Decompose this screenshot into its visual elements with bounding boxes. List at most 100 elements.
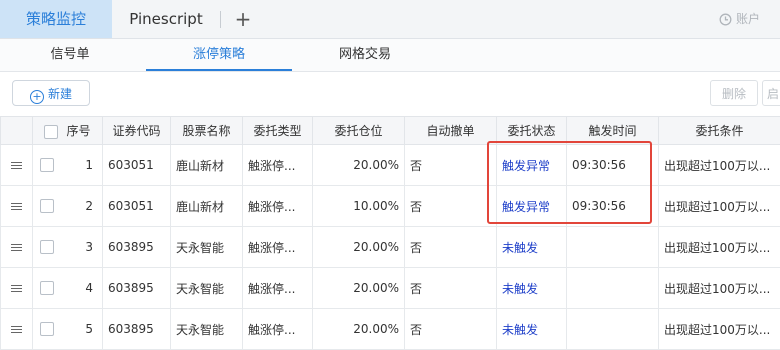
auto-cancel: 否 [405, 268, 497, 309]
account-link[interactable]: 账户 [719, 0, 760, 38]
new-button-label: 新建 [48, 87, 72, 101]
order-position: 20.00% [313, 309, 405, 350]
list-icon [11, 160, 22, 171]
security-code: 603051 [103, 145, 171, 186]
order-condition: 出现超过100万以... [659, 309, 780, 350]
tab-pinescript[interactable]: Pinescript [112, 0, 220, 38]
order-position: 20.00% [313, 227, 405, 268]
tab-strategy-monitor[interactable]: 策略监控 [0, 0, 112, 38]
header-status[interactable]: 委托状态 [497, 117, 567, 145]
sub-tab-bar: 信号单 涨停策略 网格交易 [0, 39, 780, 72]
order-type: 触涨停... [243, 145, 313, 186]
header-code[interactable]: 证券代码 [103, 117, 171, 145]
auto-cancel: 否 [405, 227, 497, 268]
row-index: 2 [85, 199, 97, 213]
stock-name: 天永智能 [171, 227, 243, 268]
order-type: 触涨停... [243, 227, 313, 268]
order-condition: 出现超过100万以... [659, 227, 780, 268]
header-name[interactable]: 股票名称 [171, 117, 243, 145]
stock-name: 天永智能 [171, 268, 243, 309]
subtab-signal-orders[interactable]: 信号单 [10, 39, 130, 69]
row-index-cell: 4 [33, 268, 103, 309]
order-condition: 出现超过100万以... [659, 268, 780, 309]
drag-handle[interactable] [1, 145, 33, 186]
table-header-row: 序号 证券代码 股票名称 委托类型 委托仓位 自动撤单 委托状态 触发时间 委托… [1, 117, 780, 145]
row-index: 3 [85, 240, 97, 254]
list-icon [11, 283, 22, 294]
row-checkbox[interactable] [40, 158, 54, 172]
order-position: 10.00% [313, 186, 405, 227]
table-row[interactable]: 3 603895天永智能触涨停...20.00%否未触发 出现超过100万以... [1, 227, 780, 268]
row-checkbox[interactable] [40, 199, 54, 213]
trigger-time: 09:30:56 [567, 145, 659, 186]
order-type: 触涨停... [243, 309, 313, 350]
header-trigger-time[interactable]: 触发时间 [567, 117, 659, 145]
security-code: 603051 [103, 186, 171, 227]
drag-handle[interactable] [1, 186, 33, 227]
add-tab-button[interactable]: + [232, 0, 254, 38]
row-index-cell: 5 [33, 309, 103, 350]
order-position: 20.00% [313, 268, 405, 309]
header-position[interactable]: 委托仓位 [313, 117, 405, 145]
tab-divider [220, 11, 221, 28]
row-index-cell: 1 [33, 145, 103, 186]
security-code: 603895 [103, 227, 171, 268]
strategy-table: 序号 证券代码 股票名称 委托类型 委托仓位 自动撤单 委托状态 触发时间 委托… [0, 116, 780, 350]
drag-handle[interactable] [1, 309, 33, 350]
auto-cancel: 否 [405, 309, 497, 350]
stock-name: 鹿山新材 [171, 145, 243, 186]
stock-name: 天永智能 [171, 309, 243, 350]
security-code: 603895 [103, 268, 171, 309]
toolbar: + 新建 删除 启 [0, 72, 780, 116]
order-condition: 出现超过100万以... [659, 145, 780, 186]
order-status: 触发异常 [497, 145, 567, 186]
list-icon [11, 324, 22, 335]
order-type: 触涨停... [243, 268, 313, 309]
order-condition: 出现超过100万以... [659, 186, 780, 227]
trigger-time [567, 309, 659, 350]
auto-cancel: 否 [405, 145, 497, 186]
subtab-grid-trading[interactable]: 网格交易 [300, 39, 430, 69]
header-handle [1, 117, 33, 145]
header-auto-cancel[interactable]: 自动撤单 [405, 117, 497, 145]
order-status: 未触发 [497, 309, 567, 350]
table-row[interactable]: 1 603051鹿山新材触涨停...20.00%否触发异常09:30:56出现超过… [1, 145, 780, 186]
order-status: 未触发 [497, 227, 567, 268]
row-checkbox[interactable] [40, 322, 54, 336]
drag-handle[interactable] [1, 268, 33, 309]
new-button[interactable]: + 新建 [12, 80, 90, 106]
delete-button[interactable]: 删除 [710, 80, 758, 106]
drag-handle[interactable] [1, 227, 33, 268]
security-code: 603895 [103, 309, 171, 350]
table-row[interactable]: 5 603895天永智能触涨停...20.00%否未触发 出现超过100万以... [1, 309, 780, 350]
row-index-cell: 2 [33, 186, 103, 227]
header-index: 序号 [33, 117, 103, 145]
auto-cancel: 否 [405, 186, 497, 227]
trigger-time [567, 227, 659, 268]
table-row[interactable]: 2603051鹿山新材触涨停...10.00%否触发异常09:30:56出现超过… [1, 186, 780, 227]
order-position: 20.00% [313, 145, 405, 186]
clock-icon [719, 13, 732, 26]
list-icon [11, 201, 22, 212]
select-all-checkbox[interactable] [44, 125, 58, 139]
row-index: 4 [85, 281, 97, 295]
list-icon [11, 242, 22, 253]
order-status: 未触发 [497, 268, 567, 309]
row-index: 1 [85, 158, 97, 172]
account-label: 账户 [736, 12, 760, 26]
start-button[interactable]: 启 [762, 80, 780, 106]
subtab-limit-up-strategy[interactable]: 涨停策略 [146, 39, 292, 71]
top-tab-bar: 策略监控 Pinescript + 账户 [0, 0, 780, 39]
row-index: 5 [85, 322, 97, 336]
plus-circle-icon: + [30, 90, 44, 104]
table-row[interactable]: 4 603895天永智能触涨停...20.00%否未触发 出现超过100万以... [1, 268, 780, 309]
trigger-time [567, 268, 659, 309]
row-checkbox[interactable] [40, 240, 54, 254]
header-condition[interactable]: 委托条件 [659, 117, 780, 145]
order-status: 触发异常 [497, 186, 567, 227]
order-type: 触涨停... [243, 186, 313, 227]
header-type[interactable]: 委托类型 [243, 117, 313, 145]
trigger-time: 09:30:56 [567, 186, 659, 227]
row-index-cell: 3 [33, 227, 103, 268]
row-checkbox[interactable] [40, 281, 54, 295]
